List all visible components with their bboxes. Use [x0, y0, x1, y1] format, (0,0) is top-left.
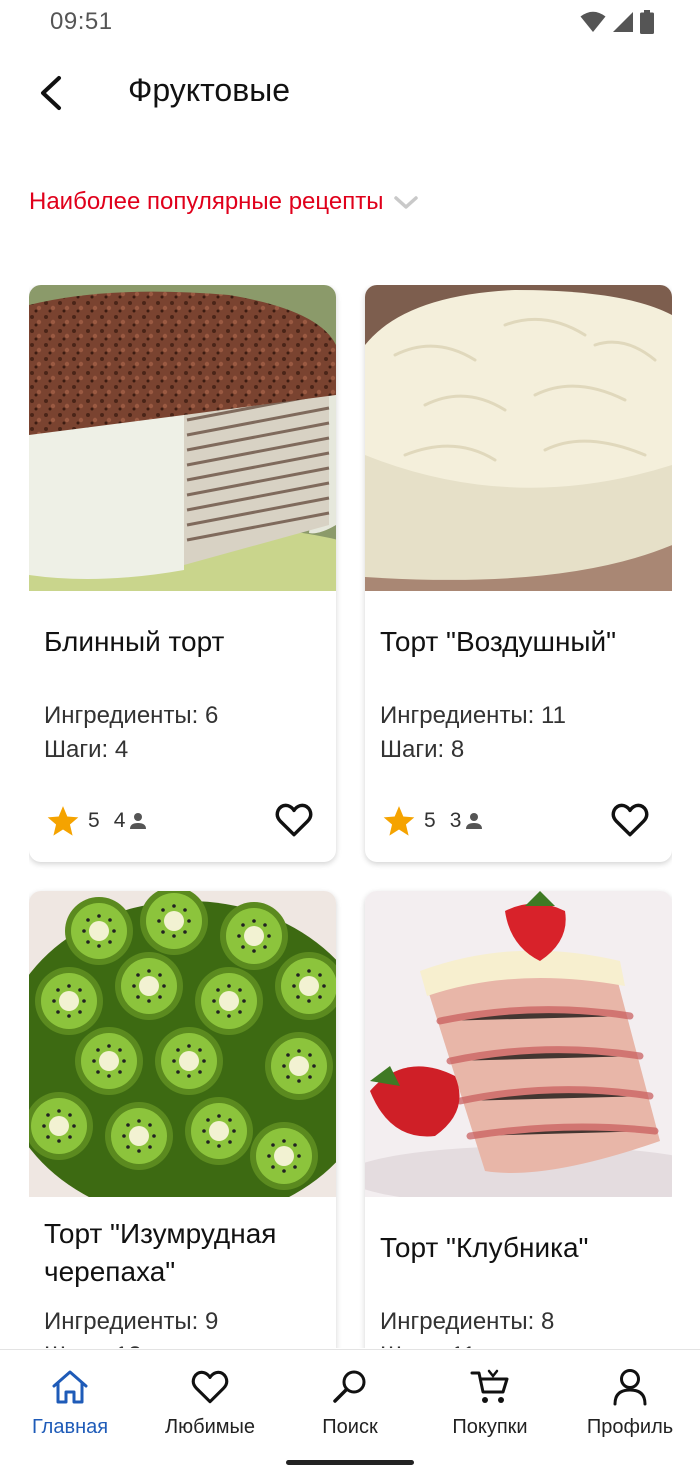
- recipe-rating: 5 3: [382, 805, 483, 837]
- nav-item-home[interactable]: Главная: [0, 1368, 140, 1439]
- person-icon: [466, 813, 483, 829]
- votes-count: 4: [113, 809, 126, 832]
- recipe-image: [365, 891, 672, 1197]
- app-bar: Фруктовые: [0, 58, 700, 128]
- sort-dropdown[interactable]: Наиболее популярные рецепты: [29, 188, 419, 216]
- back-button[interactable]: [28, 70, 74, 116]
- nav-label: Главная: [31, 1416, 109, 1438]
- favorite-button[interactable]: [610, 801, 650, 839]
- recipe-image: [29, 285, 336, 591]
- recipe-card[interactable]: Блинный торт Ингредиенты: 6 Шаги: 4 5 4: [29, 285, 336, 862]
- status-time: 09:51: [50, 8, 113, 35]
- nav-item-profile[interactable]: Профиль: [560, 1368, 700, 1439]
- recipe-card[interactable]: Торт "Клубника" Ингредиенты: 8 Шаги: 11: [365, 891, 672, 1348]
- star-icon: [47, 806, 79, 836]
- person-icon: [130, 813, 147, 829]
- nav-label: Профиль: [586, 1416, 674, 1438]
- nav-label: Любимые: [165, 1416, 255, 1438]
- heart-outline-icon: [611, 803, 649, 837]
- arrow-back-icon: [41, 76, 61, 110]
- recipe-ingredients: Ингредиенты: 9: [44, 1308, 219, 1335]
- nav-item-favorites[interactable]: Любимые: [140, 1368, 280, 1439]
- sort-label: Наиболее популярные рецепты: [29, 188, 384, 215]
- search-icon: [333, 1370, 366, 1403]
- nav-label: Поиск: [322, 1416, 378, 1438]
- favorite-button[interactable]: [274, 801, 314, 839]
- home-icon: [52, 1370, 88, 1404]
- nav-label: Покупки: [452, 1416, 528, 1438]
- status-bar: 09:51: [0, 0, 700, 48]
- recipe-image: [29, 891, 336, 1197]
- recipe-title: Блинный торт: [44, 626, 225, 657]
- recipe-title: Торт "Изумрудная черепаха": [44, 1218, 277, 1287]
- recipe-title: Торт "Клубника": [380, 1232, 589, 1263]
- signal-icon: [613, 12, 633, 32]
- recipe-title: Торт "Воздушный": [380, 626, 617, 657]
- rating-value: 5: [88, 809, 100, 832]
- recipe-steps: Шаги: 11: [380, 1339, 476, 1348]
- recipe-card[interactable]: Торт "Воздушный" Ингредиенты: 11 Шаги: 8…: [365, 285, 672, 862]
- chevron-down-icon: [394, 196, 419, 209]
- status-icons: [580, 10, 654, 34]
- recipe-rating: 5 4: [46, 805, 147, 837]
- recipe-image: [365, 285, 672, 591]
- bottom-nav: Главная Любимые Поиск Покупки Профиль: [0, 1349, 700, 1478]
- person-icon: [613, 1369, 647, 1406]
- star-icon: [383, 806, 415, 836]
- cart-icon: [470, 1369, 509, 1403]
- votes-count: 3: [449, 809, 462, 832]
- recipe-ingredients: Ингредиенты: 11: [380, 702, 566, 729]
- page-title: Фруктовые: [128, 72, 291, 108]
- home-indicator[interactable]: [286, 1460, 414, 1465]
- rating-value: 5: [424, 809, 436, 832]
- recipe-steps: Шаги: 4: [44, 736, 129, 763]
- recipe-steps: Шаги: 8: [380, 736, 465, 763]
- nav-item-shopping[interactable]: Покупки: [420, 1368, 560, 1439]
- recipe-ingredients: Ингредиенты: 8: [380, 1308, 555, 1335]
- nav-item-search[interactable]: Поиск: [280, 1368, 420, 1439]
- recipe-steps: Шаги: 12: [44, 1339, 142, 1348]
- battery-icon: [640, 10, 654, 34]
- recipe-ingredients: Ингредиенты: 6: [44, 702, 219, 729]
- heart-outline-icon: [275, 803, 313, 837]
- recipe-grid: Блинный торт Ингредиенты: 6 Шаги: 4 5 4: [29, 285, 672, 1348]
- wifi-icon: [580, 11, 606, 32]
- recipe-card[interactable]: Торт "Изумрудная черепаха" Ингредиенты: …: [29, 891, 336, 1348]
- heart-icon: [191, 1370, 229, 1404]
